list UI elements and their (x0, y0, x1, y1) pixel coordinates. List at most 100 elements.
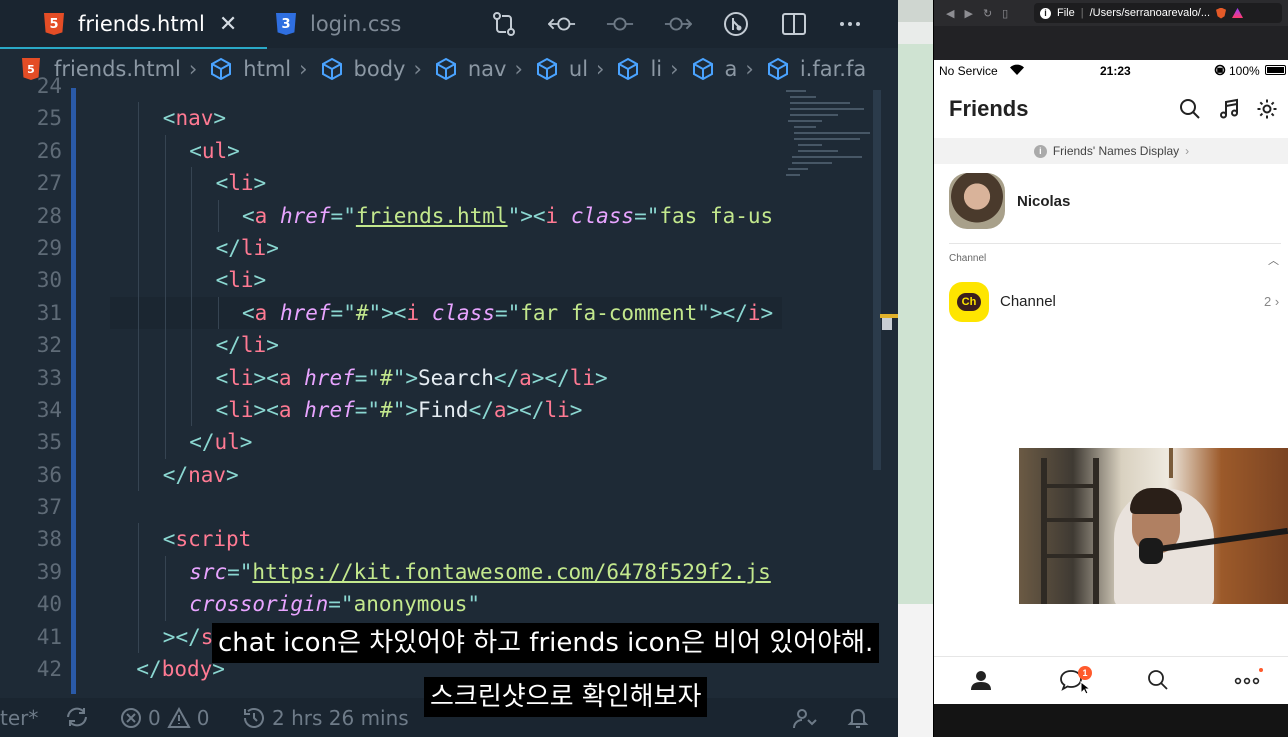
search-tab-icon[interactable] (1147, 669, 1171, 693)
line-number: 35 (36, 430, 62, 455)
carrier-label: No Service (939, 64, 998, 78)
line-number: 39 (36, 559, 62, 584)
clock: 21:23 (1100, 64, 1131, 78)
line-number: 33 (36, 365, 62, 390)
info-icon: i (1040, 7, 1051, 19)
code-line[interactable]: <script (110, 523, 782, 556)
time-tracker[interactable]: 2 hrs 26 mins (242, 706, 409, 730)
channel-count: 2 › (1264, 294, 1280, 309)
code-text: </li> (215, 333, 279, 358)
more-actions-icon[interactable] (836, 10, 864, 38)
warning-count: 0 (196, 706, 210, 730)
friends-tab-icon[interactable] (970, 669, 994, 693)
line-number: 27 (36, 171, 62, 196)
code-line[interactable]: <li><a href="#">Find</a></li> (110, 393, 782, 427)
git-compare-icon[interactable] (490, 10, 518, 38)
line-number: 30 (36, 268, 62, 293)
address-bar: ◀ ▶ ↻ ▯ i File | /Users/serranoarevalo/.… (934, 0, 1288, 26)
split-editor-icon[interactable] (780, 10, 808, 38)
url-scheme: File (1057, 7, 1075, 19)
channel-label: Channel (1000, 293, 1056, 310)
subtitle-line-1: chat icon은 차있어야 하고 friends icon은 비어 있어야해… (212, 623, 880, 663)
tab-login-css[interactable]: 3 login.css (276, 0, 401, 48)
error-icon (121, 708, 141, 728)
brave-shield-icon[interactable] (1216, 7, 1227, 19)
code-line[interactable]: <ul> (110, 134, 782, 168)
code-line[interactable]: src="https://kit.fontawesome.com/6478f52… (110, 555, 782, 589)
code-line[interactable]: crossorigin="anonymous" (110, 588, 782, 621)
chevron-up-icon[interactable]: ︿ (1268, 252, 1279, 268)
more-tab-icon[interactable] (1234, 669, 1260, 693)
sync-icon[interactable] (64, 706, 90, 728)
code-line[interactable]: <a href="friends.html"><i class="fas fa-… (110, 199, 782, 232)
page-title: Friends (949, 96, 1029, 121)
section-header-channel: Channel (949, 253, 987, 264)
url-field[interactable]: i File | /Users/serranoarevalo/... (1034, 3, 1282, 23)
mouse-cursor-icon (1080, 680, 1092, 699)
git-commit-icon[interactable] (606, 10, 634, 38)
open-changes-icon[interactable] (722, 10, 750, 38)
subtitle-line-2: 스크린샷으로 확인해보자 (424, 677, 708, 717)
minimap[interactable] (784, 88, 872, 180)
code-area[interactable]: <nav> <ul> <li> <a href="friends.html"><i c… (110, 70, 782, 685)
live-share-icon[interactable] (792, 706, 818, 730)
code-line[interactable]: <li> (110, 167, 782, 200)
rewards-icon[interactable] (1232, 8, 1244, 18)
line-number: 32 (36, 333, 62, 358)
editor-tab-bar: 5 friends.html ✕ 3 login.css (0, 0, 898, 49)
my-profile-row[interactable]: Nicolas (949, 173, 1279, 231)
code-text: <ul> (189, 138, 240, 163)
line-numbers: 24 25 26 27 28 29 30 31 32 33 34 35 36 37 38 39 40 41 42 (0, 70, 62, 685)
forward-icon[interactable]: ▶ (964, 7, 972, 20)
scrollbar[interactable] (873, 90, 881, 470)
music-note-icon[interactable] (1218, 98, 1242, 122)
line-number: 38 (36, 527, 62, 552)
scrollbar-slider[interactable] (882, 318, 892, 330)
tab-friends-html[interactable]: 5 friends.html ✕ (0, 0, 268, 49)
code-line[interactable] (110, 491, 782, 523)
close-icon[interactable]: ✕ (219, 12, 237, 37)
device-status-bar: No Service 21:23 100% (934, 60, 1288, 82)
battery-percent: 100% (1229, 64, 1260, 78)
code-line[interactable]: </ul> (110, 426, 782, 459)
code-text: <li><a href="#">Search</a></li> (215, 365, 608, 390)
code-line[interactable] (110, 70, 782, 102)
code-line[interactable]: <nav> (110, 102, 782, 135)
line-number: 41 (36, 624, 62, 649)
search-icon[interactable] (1179, 98, 1203, 122)
code-text: <a href="friends.html"><i class="fas fa-… (242, 203, 774, 228)
status-branch[interactable]: ter* (0, 706, 38, 730)
settings-gear-icon[interactable] (1256, 98, 1280, 122)
banner-label: Friends' Names Display (1052, 144, 1180, 158)
go-forward-icon[interactable] (664, 10, 692, 38)
code-text: src="https://kit.fontawesome.com/6478f52… (189, 559, 771, 584)
line-number: 42 (36, 657, 62, 682)
back-icon[interactable]: ◀ (946, 7, 954, 20)
html5-icon: 5 (44, 13, 64, 35)
notifications-bell-icon[interactable] (846, 706, 870, 730)
code-line[interactable]: <a href="#"><i class="far fa-comment"></… (110, 296, 782, 330)
git-change-marker (71, 88, 76, 694)
code-line[interactable]: </nav> (110, 458, 782, 492)
battery-icon (1265, 65, 1286, 75)
code-text: <li> (215, 171, 267, 196)
go-back-icon[interactable] (548, 10, 576, 38)
code-line[interactable]: <li> (110, 264, 782, 297)
channel-row[interactable]: Ch Channel 2 › (949, 282, 1284, 322)
kakao-channel-logo: Ch (949, 282, 989, 322)
code-line[interactable]: </li> (110, 231, 782, 265)
bottom-tab-bar (934, 656, 1288, 704)
problems-status[interactable]: 0 0 (120, 706, 209, 730)
code-text: <li><a href="#">Find</a></li> (215, 397, 583, 422)
line-number: 25 (36, 106, 62, 131)
line-number: 26 (36, 138, 62, 163)
code-line[interactable]: </li> (110, 329, 782, 362)
code-text: <nav> (162, 106, 227, 131)
avatar (949, 173, 1005, 229)
bookmark-icon[interactable]: ▯ (1002, 7, 1008, 20)
code-line[interactable]: <li><a href="#">Search</a></li> (110, 361, 782, 394)
window-bottom-bar (934, 704, 1288, 737)
friends-names-display-banner[interactable]: i Friends' Names Display › (934, 138, 1288, 164)
code-text: <a href="#"><i class="far fa-comment"></… (242, 300, 774, 325)
reload-icon[interactable]: ↻ (983, 7, 992, 20)
